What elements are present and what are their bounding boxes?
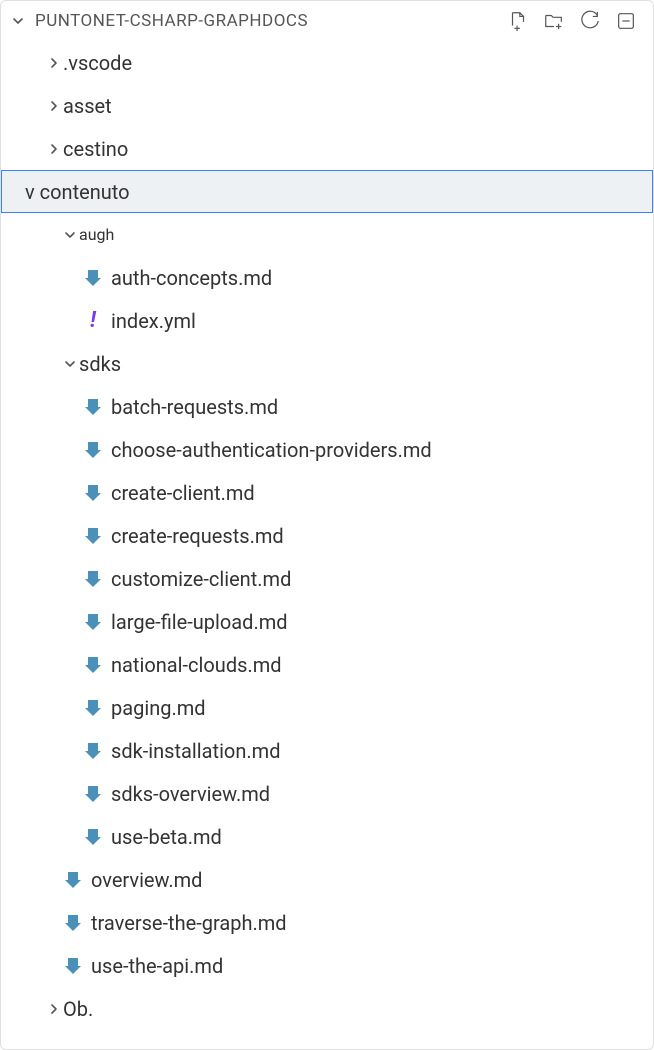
folder-label: augh: [79, 225, 114, 244]
file-label: paging.md: [111, 696, 206, 720]
project-title: PUNTONET-CSHARP-GRAPHDOCS: [31, 11, 308, 31]
markdown-icon: [81, 481, 105, 505]
file-label: sdks-overview.md: [111, 782, 270, 806]
file-label: create-requests.md: [111, 524, 284, 548]
markdown-icon: [81, 825, 105, 849]
folder-label: cestino: [63, 137, 128, 161]
file-create-client[interactable]: create-client.md: [1, 471, 653, 514]
file-label: national-clouds.md: [111, 653, 282, 677]
folder-label: asset: [63, 94, 112, 118]
file-use-beta[interactable]: use-beta.md: [1, 815, 653, 858]
file-sdks-overview[interactable]: sdks-overview.md: [1, 772, 653, 815]
file-label: choose-authentication-providers.md: [111, 438, 432, 462]
file-label: batch-requests.md: [111, 395, 278, 419]
markdown-icon: [61, 954, 85, 978]
file-batch-requests[interactable]: batch-requests.md: [1, 385, 653, 428]
file-label: sdk-installation.md: [111, 739, 280, 763]
markdown-icon: [81, 739, 105, 763]
file-customize-client[interactable]: customize-client.md: [1, 557, 653, 600]
file-tree: .vscode asset cestino v contenuto augh a…: [1, 41, 653, 1030]
folder-label: v contenuto: [1, 180, 130, 204]
folder-sdks[interactable]: sdks: [1, 342, 653, 385]
folder-label: .vscode: [63, 51, 132, 75]
chevron-right-icon: [45, 54, 63, 72]
chevron-right-icon: [45, 140, 63, 158]
markdown-icon: [81, 653, 105, 677]
chevron-down-icon: [61, 355, 79, 373]
chevron-right-icon: [45, 97, 63, 115]
markdown-icon: [81, 696, 105, 720]
file-auth-concepts[interactable]: auth-concepts.md: [1, 256, 653, 299]
folder-augh[interactable]: augh: [1, 213, 653, 256]
markdown-icon: [81, 567, 105, 591]
file-national-clouds[interactable]: national-clouds.md: [1, 643, 653, 686]
folder-asset[interactable]: asset: [1, 84, 653, 127]
file-label: overview.md: [91, 868, 202, 892]
markdown-icon: [61, 868, 85, 892]
folder-label: sdks: [79, 352, 121, 376]
file-label: large-file-upload.md: [111, 610, 288, 634]
file-label: create-client.md: [111, 481, 255, 505]
file-large-file-upload[interactable]: large-file-upload.md: [1, 600, 653, 643]
folder-label: Ob.: [63, 997, 93, 1021]
new-folder-icon[interactable]: [543, 10, 565, 32]
file-overview[interactable]: overview.md: [1, 858, 653, 901]
file-create-requests[interactable]: create-requests.md: [1, 514, 653, 557]
folder-ob[interactable]: Ob.: [1, 987, 653, 1030]
chevron-right-icon: [45, 1000, 63, 1018]
file-label: use-the-api.md: [91, 954, 223, 978]
file-sdk-installation[interactable]: sdk-installation.md: [1, 729, 653, 772]
refresh-icon[interactable]: [579, 10, 601, 32]
folder-cestino[interactable]: cestino: [1, 127, 653, 170]
file-label: use-beta.md: [111, 825, 222, 849]
header-actions: [507, 10, 645, 32]
folder-contenuto[interactable]: v contenuto: [1, 170, 653, 213]
collapse-all-icon[interactable]: [615, 10, 637, 32]
new-file-icon[interactable]: [507, 10, 529, 32]
file-use-api[interactable]: use-the-api.md: [1, 944, 653, 987]
file-label: customize-client.md: [111, 567, 291, 591]
markdown-icon: [81, 524, 105, 548]
yaml-icon: !: [81, 309, 105, 333]
file-paging[interactable]: paging.md: [1, 686, 653, 729]
file-traverse[interactable]: traverse-the-graph.md: [1, 901, 653, 944]
file-choose-auth[interactable]: choose-authentication-providers.md: [1, 428, 653, 471]
file-label: index.yml: [111, 309, 196, 333]
file-label: auth-concepts.md: [111, 266, 272, 290]
markdown-icon: [81, 782, 105, 806]
folder-vscode[interactable]: .vscode: [1, 41, 653, 84]
markdown-icon: [81, 438, 105, 462]
chevron-down-icon: [61, 226, 79, 244]
chevron-down-icon[interactable]: [9, 12, 27, 30]
markdown-icon: [61, 911, 85, 935]
markdown-icon: [81, 610, 105, 634]
markdown-icon: [81, 266, 105, 290]
explorer-header: PUNTONET-CSHARP-GRAPHDOCS: [1, 1, 653, 41]
file-index-yml[interactable]: ! index.yml: [1, 299, 653, 342]
file-label: traverse-the-graph.md: [91, 911, 287, 935]
markdown-icon: [81, 395, 105, 419]
